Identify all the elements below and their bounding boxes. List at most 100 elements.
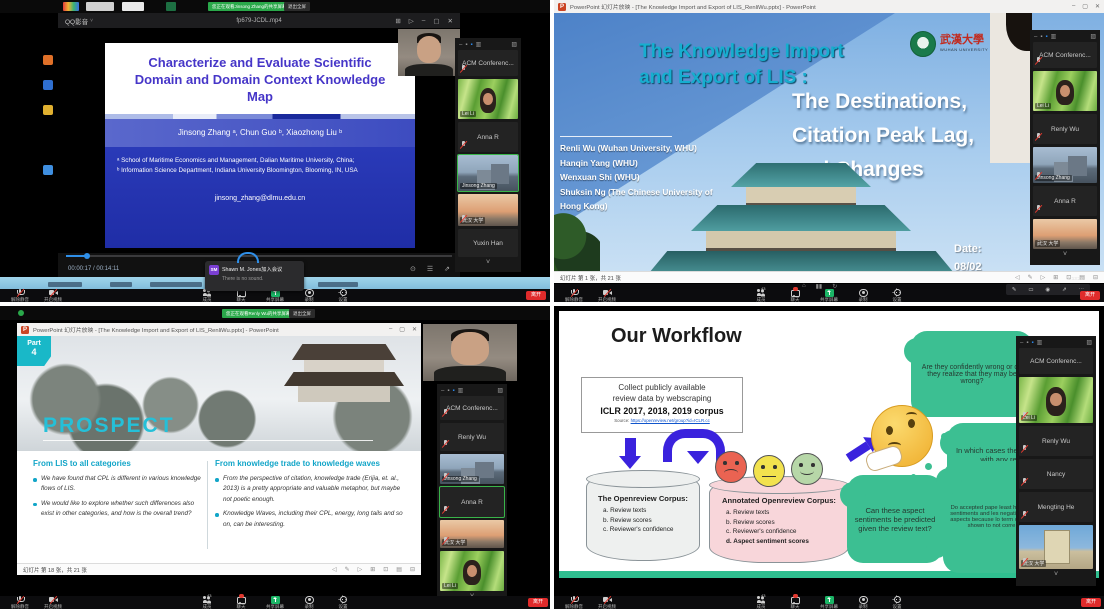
- participant-tile[interactable]: Anna R: [440, 487, 504, 517]
- panel-minimize-icon[interactable]: ‒: [1020, 340, 1023, 346]
- record-button[interactable]: 录制: [851, 596, 875, 609]
- close-button[interactable]: ✕: [1095, 3, 1100, 10]
- screenshot-icon[interactable]: ⊙: [410, 265, 416, 273]
- panel-layout-active-icon[interactable]: ▪: [470, 42, 472, 48]
- start-video-button[interactable]: 开启视频: [41, 289, 65, 303]
- minimize-button[interactable]: ‒: [422, 17, 426, 25]
- panel-layout-active-icon[interactable]: ▪: [1045, 34, 1047, 40]
- pen-icon[interactable]: ✎: [1028, 274, 1033, 281]
- source-link[interactable]: https://openreview.net/group?id=ICLR.cc: [631, 418, 710, 423]
- grid-view-icon[interactable]: ⊞: [370, 566, 375, 573]
- start-video-button[interactable]: 开启视频: [41, 596, 65, 609]
- share-screen-button[interactable]: 共享屏幕: [263, 596, 287, 609]
- laser-icon[interactable]: ◉: [1045, 287, 1050, 293]
- prev-slide-icon[interactable]: ◁: [332, 566, 337, 573]
- expand-participants-chevron-icon[interactable]: ˅: [457, 259, 519, 266]
- share-screen-button[interactable]: 共享屏幕: [817, 289, 841, 303]
- player-titlebar[interactable]: QQ影音 ˅ fp679-JCDL.mp4 ⊞ ▷ ‒ ▢ ✕: [58, 13, 460, 28]
- maximize-button[interactable]: ▢: [399, 326, 405, 333]
- panel-layout-icon[interactable]: ▪: [447, 388, 449, 394]
- close-button[interactable]: ✕: [412, 326, 417, 333]
- participant-tile[interactable]: Jinsong Zhang: [458, 155, 518, 191]
- desktop-icon[interactable]: [43, 105, 53, 115]
- app-logo-icon[interactable]: [63, 2, 79, 11]
- participant-tile[interactable]: Lei Li: [1033, 71, 1097, 111]
- start-video-button[interactable]: 开启视频: [595, 289, 619, 303]
- settings-button[interactable]: 设置: [885, 596, 909, 609]
- minimize-button[interactable]: ‒: [1072, 3, 1075, 10]
- participant-tile[interactable]: Lei Li: [458, 79, 518, 119]
- participant-tile[interactable]: Jinsong Zhang: [1033, 147, 1097, 183]
- participant-tile[interactable]: Renly Wu: [440, 423, 504, 451]
- pointer-icon[interactable]: ▷: [409, 17, 414, 25]
- app-menu[interactable]: QQ影音: [65, 16, 88, 26]
- start-video-button[interactable]: 开启视频: [595, 596, 619, 609]
- leave-meeting-button[interactable]: 离开: [528, 598, 548, 607]
- maximize-button[interactable]: ▢: [1082, 3, 1088, 10]
- webcam-presenter-man[interactable]: [423, 324, 517, 381]
- share-screen-button[interactable]: 共享屏幕: [817, 596, 841, 609]
- members-button[interactable]: 43成员: [195, 596, 219, 609]
- participant-tile[interactable]: Lei Li: [440, 551, 504, 591]
- unmute-button[interactable]: 解除静音: [562, 289, 586, 303]
- panel-minimize-icon[interactable]: ‒: [1034, 34, 1037, 40]
- panel-grid-icon[interactable]: ▥: [1037, 339, 1043, 346]
- exit-fullscreen-button[interactable]: 退出全屏: [289, 309, 315, 318]
- participant-tile[interactable]: ACM Conferenc...: [1019, 348, 1093, 374]
- chat-button[interactable]: 聊天: [229, 596, 253, 609]
- chat-button[interactable]: 聊天: [783, 596, 807, 609]
- participant-tile[interactable]: 武汉 大学: [458, 194, 518, 226]
- powerpoint-titlebar[interactable]: P PowerPoint 幻灯片放映 - [The Knowledge Impo…: [17, 323, 421, 336]
- leave-meeting-button[interactable]: 离开: [1081, 598, 1101, 607]
- participant-tile[interactable]: Yuxin Han: [458, 229, 518, 257]
- panel-layout-icon[interactable]: ▪: [1026, 340, 1028, 346]
- cast-icon[interactable]: ⊞: [395, 17, 400, 25]
- fullscreen-icon[interactable]: ⇗: [444, 265, 450, 273]
- maximize-button[interactable]: ▢: [433, 17, 439, 25]
- next-slide-icon[interactable]: ▷: [358, 566, 363, 573]
- participant-tile[interactable]: ACM Conferenc...: [1033, 42, 1097, 68]
- expand-participants-chevron-icon[interactable]: ˅: [1018, 571, 1094, 578]
- participant-tile[interactable]: Mengting He: [1019, 492, 1093, 522]
- taskbar-item[interactable]: [110, 282, 132, 287]
- participant-tile[interactable]: Jinsong Zhang: [440, 454, 504, 484]
- panel-layout-active-icon[interactable]: ▪: [1031, 340, 1033, 346]
- members-button[interactable]: 43成员: [749, 289, 773, 303]
- prev-slide-icon[interactable]: ◁: [1015, 274, 1020, 281]
- display-icon[interactable]: ⊟: [1093, 274, 1098, 281]
- participant-tile[interactable]: 武汉 大学: [440, 520, 504, 548]
- members-button[interactable]: 43成员: [749, 596, 773, 609]
- unmute-button[interactable]: 解除静音: [8, 596, 32, 609]
- participant-tile[interactable]: 武汉 大学: [1033, 219, 1097, 249]
- panel-pop-icon[interactable]: ▨: [1090, 33, 1096, 40]
- close-button[interactable]: ✕: [448, 17, 453, 25]
- powerpoint-titlebar[interactable]: P PowerPoint 幻灯片放映 - [The Knowledge Impo…: [554, 0, 1104, 13]
- panel-grid-icon[interactable]: ▥: [1051, 33, 1057, 40]
- pen-icon[interactable]: ✎: [345, 566, 350, 573]
- taskbar-item[interactable]: [48, 282, 82, 287]
- panel-pop-icon[interactable]: ▨: [497, 387, 503, 394]
- panel-layout-active-icon[interactable]: ▪: [452, 388, 454, 394]
- unmute-button[interactable]: 解除静音: [8, 289, 32, 303]
- leave-meeting-button[interactable]: 离开: [526, 291, 546, 300]
- panel-pop-icon[interactable]: ▨: [511, 41, 517, 48]
- settings-button[interactable]: 设置: [331, 596, 355, 609]
- webcam-wall-person[interactable]: [990, 13, 1032, 163]
- desktop-icon[interactable]: [43, 165, 53, 175]
- panel-minimize-icon[interactable]: ‒: [441, 388, 444, 394]
- display-icon[interactable]: ⊟: [410, 566, 415, 573]
- participant-tile[interactable]: Renly Wu: [1033, 114, 1097, 144]
- leave-meeting-button[interactable]: 离开: [1080, 291, 1100, 300]
- card-icon[interactable]: ▭: [1028, 287, 1033, 293]
- expand-icon[interactable]: ⇗: [1062, 287, 1067, 293]
- grid-view-icon[interactable]: ⊞: [1053, 274, 1058, 281]
- participant-tile[interactable]: Anna R: [458, 122, 518, 152]
- participant-tile[interactable]: Anna R: [1033, 186, 1097, 216]
- panel-grid-icon[interactable]: ▥: [458, 387, 464, 394]
- participant-tile[interactable]: Nancy: [1019, 459, 1093, 489]
- zoom-view-icon[interactable]: ⊡: [383, 566, 388, 573]
- pen-icon[interactable]: ✎: [1012, 287, 1017, 293]
- panel-minimize-icon[interactable]: ‒: [459, 42, 462, 48]
- next-slide-icon[interactable]: ▷: [1041, 274, 1046, 281]
- webcam-presenter-man[interactable]: [398, 29, 460, 76]
